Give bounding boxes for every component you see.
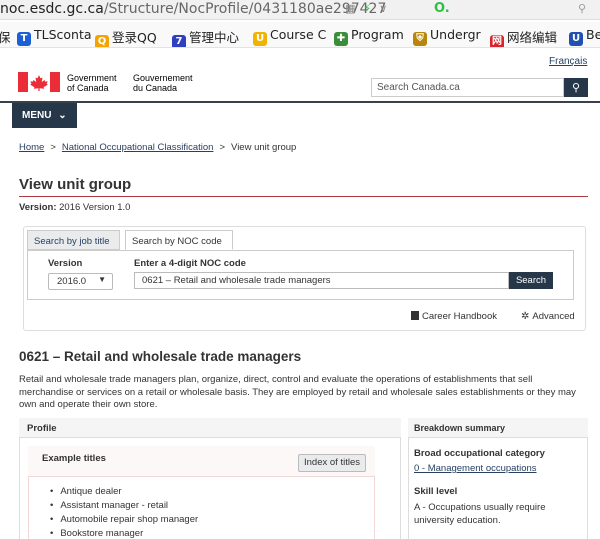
bookmark-item[interactable]: ✚ Program	[334, 27, 404, 46]
address-bar[interactable]: noc.esdc.gc.ca/Structure/NocProfile/0431…	[0, 0, 600, 20]
gov-name-french: Gouvernement du Canada	[133, 73, 193, 93]
browser-logo-icon: O.	[434, 1, 450, 16]
list-item: Automobile repair shop manager	[50, 513, 198, 527]
unit-group-description: Retail and wholesale trade managers plan…	[19, 374, 576, 410]
site-search-input[interactable]: Search Canada.ca	[371, 78, 564, 97]
language-toggle-link[interactable]: Français	[549, 56, 587, 67]
breadcrumb-separator: >	[50, 142, 56, 153]
bookmark-favicon-icon: Q	[95, 35, 109, 47]
bookmark-label: 保	[0, 30, 11, 45]
breadcrumb-current: View unit group	[231, 142, 297, 153]
canada-flag-icon[interactable]	[18, 72, 60, 92]
title-underline	[19, 196, 588, 197]
example-titles-list: Antique dealer Assistant manager - retai…	[50, 485, 198, 539]
address-bar-icons: ▦ ⚡ ∨	[345, 2, 387, 15]
bookmark-item[interactable]: 保	[0, 27, 11, 46]
gear-icon: ✲	[521, 311, 530, 322]
bookmark-label: TLSconta	[34, 27, 92, 42]
bookmark-item[interactable]: 7 管理中心	[172, 27, 240, 47]
bolt-icon[interactable]: ⚡	[363, 2, 371, 15]
version-line: Version: 2016 Version 1.0	[19, 202, 131, 213]
bookmark-favicon-icon: 7	[172, 35, 186, 47]
page-title: View unit group	[19, 176, 132, 193]
site-search-button[interactable]: ⚲	[564, 78, 588, 97]
bookmark-favicon-icon: T	[17, 32, 31, 46]
gov-name-english: Government of Canada	[67, 73, 117, 93]
chevron-down-icon: ▼	[98, 275, 106, 284]
qr-icon[interactable]: ▦	[345, 2, 355, 15]
noc-search-button[interactable]: Search	[509, 272, 553, 289]
browser-search[interactable]: O. ⚲	[430, 1, 600, 19]
breadcrumb-home-link[interactable]: Home	[19, 142, 44, 153]
bookmark-label: Be	[586, 27, 600, 42]
broad-category-label: Broad occupational category	[414, 448, 545, 459]
book-icon	[411, 311, 419, 320]
bookmark-item[interactable]: T TLSconta	[17, 27, 92, 46]
profile-heading: Profile	[19, 418, 401, 438]
list-item: Antique dealer	[50, 485, 198, 499]
breadcrumb-noc-link[interactable]: National Occupational Classification	[62, 142, 214, 153]
broad-category-link[interactable]: 0 - Management occupations	[414, 463, 537, 474]
bookmark-item[interactable]: Q 登录QQ	[95, 27, 157, 47]
advanced-search-link[interactable]: ✲ Advanced	[521, 311, 575, 322]
bookmark-item[interactable]: 网网络编辑	[490, 27, 558, 47]
tab-search-by-noc-code[interactable]: Search by NOC code	[125, 230, 233, 250]
search-icon: ⚲	[571, 81, 581, 94]
url-text[interactable]: noc.esdc.gc.ca/Structure/NocProfile/0431…	[0, 1, 386, 17]
breadcrumb: Home > National Occupational Classificatio…	[19, 142, 296, 153]
menu-button[interactable]: MENU ⌄	[12, 103, 77, 128]
header-divider	[0, 101, 600, 103]
breakdown-heading: Breakdown summary	[408, 418, 588, 438]
list-item: Bookstore manager	[50, 527, 198, 539]
bookmark-label: 网络编辑	[507, 30, 558, 45]
noc-code-label: Enter a 4-digit NOC code	[134, 258, 246, 269]
bookmark-label: 登录QQ	[112, 30, 157, 45]
bookmark-label: Program	[351, 27, 404, 42]
breadcrumb-separator: >	[219, 142, 226, 153]
bookmark-item[interactable]: ⛨ Undergr	[413, 27, 481, 46]
unit-group-title: 0621 – Retail and wholesale trade manage…	[19, 349, 302, 364]
bookmark-favicon-icon: U	[569, 32, 583, 46]
career-handbook-link[interactable]: Career Handbook	[411, 311, 497, 322]
bookmark-favicon-icon: 网	[490, 35, 504, 47]
bookmark-item[interactable]: U Course C	[253, 27, 326, 46]
bookmark-favicon-icon: ✚	[334, 32, 348, 46]
index-of-titles-button[interactable]: Index of titles	[298, 454, 366, 472]
bookmark-label: Undergr	[430, 27, 481, 42]
bookmark-item[interactable]: UBe	[569, 27, 600, 46]
bookmark-favicon-icon: U	[253, 32, 267, 46]
bookmarks-bar: 保TTLScontaQ登录QQ7管理中心UCourse C✚Program⛨Un…	[0, 22, 600, 48]
chevron-down-icon: ⌄	[58, 110, 67, 121]
bookmark-favicon-icon: ⛨	[413, 32, 427, 46]
search-icon[interactable]: ⚲	[578, 2, 586, 15]
skill-level-label: Skill level	[414, 486, 458, 497]
bookmark-label: Course C	[270, 27, 327, 42]
example-titles-heading: Example titles	[42, 453, 106, 464]
version-select[interactable]: 2016.0 ▼	[48, 273, 113, 290]
list-item: Assistant manager - retail	[50, 499, 198, 513]
tab-search-by-job-title[interactable]: Search by job title	[27, 230, 120, 250]
noc-code-input[interactable]: 0621 – Retail and wholesale trade manage…	[134, 272, 509, 289]
bookmark-label: 管理中心	[189, 30, 240, 45]
version-label: Version	[48, 258, 83, 269]
chevron-down-icon[interactable]: ∨	[379, 2, 387, 15]
skill-level-value: A - Occupations usually require universi…	[414, 502, 546, 526]
